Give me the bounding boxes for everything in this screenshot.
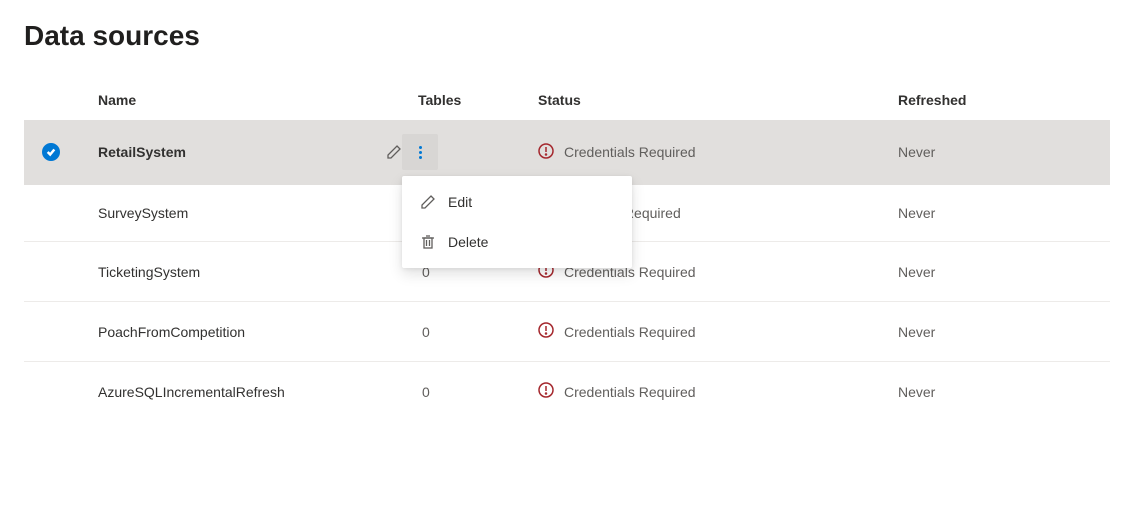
table-row[interactable]: AzureSQLIncrementalRefresh 0 Credentials… <box>24 362 1110 421</box>
trash-icon <box>420 234 436 250</box>
page-title: Data sources <box>24 20 1110 52</box>
row-tables: 0 <box>418 384 430 400</box>
more-actions-button[interactable] <box>402 134 438 170</box>
vertical-ellipsis-icon <box>419 146 422 159</box>
col-header-tables[interactable]: Tables <box>418 92 538 108</box>
row-selected-check-icon[interactable] <box>42 143 60 161</box>
row-name: AzureSQLIncrementalRefresh <box>98 384 285 400</box>
row-name: PoachFromCompetition <box>98 324 245 340</box>
col-header-name[interactable]: Name <box>98 92 418 108</box>
col-header-status[interactable]: Status <box>538 92 898 108</box>
warning-icon <box>538 322 554 341</box>
warning-icon <box>538 382 554 401</box>
data-sources-table: Name Tables Status Refreshed RetailSyste… <box>24 82 1110 421</box>
row-refreshed: Never <box>898 384 935 400</box>
table-header: Name Tables Status Refreshed <box>24 82 1110 120</box>
pencil-icon <box>420 194 436 210</box>
table-row[interactable]: PoachFromCompetition 0 Credentials Requi… <box>24 302 1110 362</box>
menu-item-edit[interactable]: Edit <box>402 182 632 222</box>
menu-item-label: Delete <box>448 234 488 250</box>
row-tables: 0 <box>418 324 430 340</box>
menu-item-delete[interactable]: Delete <box>402 222 632 262</box>
warning-icon <box>538 143 554 162</box>
row-refreshed: Never <box>898 324 935 340</box>
row-refreshed: Never <box>898 205 935 221</box>
context-menu: Edit Delete <box>402 176 632 268</box>
row-name: SurveySystem <box>98 205 188 221</box>
row-name: TicketingSystem <box>98 264 200 280</box>
row-status: Credentials Required <box>564 324 696 340</box>
row-status: Credentials Required <box>564 144 696 160</box>
row-refreshed: Never <box>898 144 935 160</box>
col-header-refreshed[interactable]: Refreshed <box>898 92 1110 108</box>
pencil-icon <box>386 144 402 160</box>
row-status: Credentials Required <box>564 384 696 400</box>
menu-item-label: Edit <box>448 194 472 210</box>
row-refreshed: Never <box>898 264 935 280</box>
row-name: RetailSystem <box>98 144 186 160</box>
